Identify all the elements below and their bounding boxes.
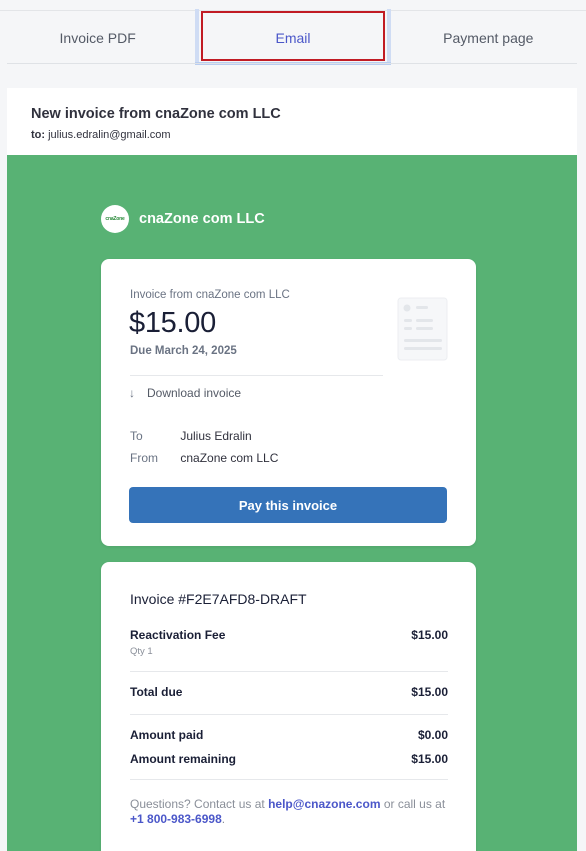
item-name: Reactivation Fee — [130, 628, 226, 642]
pay-invoice-button[interactable]: Pay this invoice — [129, 487, 447, 523]
tab-label: Payment page — [443, 29, 534, 46]
invoice-document-icon — [397, 297, 448, 361]
tab-payment-page[interactable]: Payment page — [391, 11, 586, 64]
download-arrow-icon: ↓ — [129, 386, 135, 400]
total-amount: $15.00 — [411, 685, 448, 699]
to-address: julius.edralin@gmail.com — [48, 129, 171, 141]
brand-logo: cnaZone — [101, 205, 129, 233]
from-value: cnaZone com LLC — [180, 451, 279, 465]
divider — [130, 779, 448, 780]
from-row: From cnaZone com LLC — [130, 451, 278, 465]
support-end: . — [221, 812, 226, 826]
invoice-summary-card: Invoice from cnaZone com LLC $15.00 Due … — [101, 259, 476, 546]
email-subject: New invoice from cnaZone com LLC — [31, 106, 281, 122]
to-row: To Julius Edralin — [130, 429, 252, 443]
to-label: to: — [31, 129, 46, 141]
paid-amount: $0.00 — [417, 728, 448, 742]
divider — [130, 714, 448, 715]
to-value: Julius Edralin — [180, 429, 252, 443]
download-label: Download invoice — [147, 386, 242, 400]
divider — [130, 375, 383, 376]
invoice-number: Invoice #F2E7AFD8-DRAFT — [130, 591, 307, 607]
divider — [130, 671, 448, 672]
tab-email[interactable]: Email — [195, 9, 391, 65]
email-recipient: to: julius.edralin@gmail.com — [31, 129, 553, 141]
tab-active-underline — [195, 62, 391, 65]
support-note: Questions? Contact us at help@cnazone.co… — [130, 797, 448, 827]
support-phone-link[interactable]: +1 800-983-6998 — [130, 812, 222, 826]
support-email-link[interactable]: help@cnazone.com — [268, 797, 380, 811]
tab-highlight-box — [201, 11, 385, 61]
invoice-details-card: Invoice #F2E7AFD8-DRAFT Reactivation Fee… — [101, 562, 476, 851]
download-invoice-link[interactable]: ↓ Download invoice — [129, 386, 241, 400]
tab-label: Invoice PDF — [59, 29, 136, 46]
remaining-amount: $15.00 — [411, 752, 448, 766]
email-body: cnaZone cnaZone com LLC Invoice from cna… — [7, 155, 577, 851]
item-amount: $15.00 — [411, 628, 448, 642]
to-key: To — [130, 429, 143, 443]
tab-active-glow-left — [195, 9, 200, 64]
invoice-from-line: Invoice from cnaZone com LLC — [130, 289, 290, 301]
support-prefix: Questions? Contact us at — [130, 797, 265, 811]
paid-label: Amount paid — [130, 728, 204, 742]
brand-name: cnaZone com LLC — [139, 211, 265, 227]
due-date: Due March 24, 2025 — [130, 345, 237, 357]
invoice-amount: $15.00 — [129, 307, 216, 339]
total-label: Total due — [130, 685, 183, 699]
item-qty: Qty 1 — [130, 646, 153, 657]
brand: cnaZone cnaZone com LLC — [101, 205, 265, 233]
email-preview: New invoice from cnaZone com LLC to: jul… — [7, 88, 577, 851]
support-middle: or call us at — [383, 797, 446, 811]
preview-tabs: Invoice PDF Email Payment page — [0, 9, 586, 65]
from-key: From — [130, 451, 158, 465]
brand-logo-text: cnaZone — [105, 216, 125, 222]
remaining-label: Amount remaining — [130, 752, 237, 766]
email-header: New invoice from cnaZone com LLC to: jul… — [7, 88, 577, 155]
tab-invoice-pdf[interactable]: Invoice PDF — [0, 11, 195, 64]
